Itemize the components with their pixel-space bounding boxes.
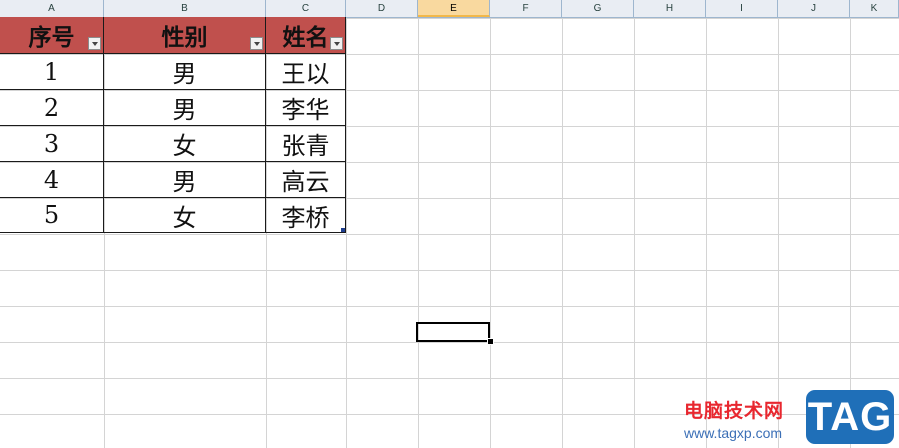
table-cell-index[interactable]: 4 (0, 162, 104, 198)
table-cell-gender[interactable]: 女 (104, 198, 266, 233)
gridline-row (0, 342, 899, 343)
table-cell-name[interactable]: 李华 (266, 90, 346, 126)
table-cell-index[interactable]: 2 (0, 90, 104, 126)
table-cell-gender[interactable]: 男 (104, 90, 266, 126)
table-cell-gender[interactable]: 男 (104, 54, 266, 90)
header-cell-gender[interactable]: 性别 (104, 17, 266, 54)
watermark-site-name: 电脑技术网 (684, 400, 785, 422)
column-header-b[interactable]: B (104, 0, 266, 17)
header-label-gender: 性别 (161, 25, 208, 51)
gridline-column (418, 18, 419, 448)
gridline-row (0, 378, 899, 379)
table-cell-index[interactable]: 5 (0, 198, 104, 233)
gridline-column (562, 18, 563, 448)
table-cell-index[interactable]: 1 (0, 54, 104, 90)
column-header-k[interactable]: K (850, 0, 899, 17)
column-header-h[interactable]: H (634, 0, 706, 17)
gridline-row (0, 270, 899, 271)
table-cell-gender[interactable]: 女 (104, 126, 266, 162)
gridline-column (634, 18, 635, 448)
table-resize-handle[interactable] (341, 228, 345, 232)
gridline-column (346, 18, 347, 448)
gridline-row (0, 234, 899, 235)
gridline-column (490, 18, 491, 448)
gridline-column (706, 18, 707, 448)
gridline-column (778, 18, 779, 448)
table-cell-name[interactable]: 李桥 (266, 198, 346, 233)
column-header-a[interactable]: A (0, 0, 104, 17)
gridline-column (850, 18, 851, 448)
column-header-d[interactable]: D (346, 0, 418, 17)
table-cell-name[interactable]: 高云 (266, 162, 346, 198)
watermark-url: www.tagxp.com (684, 425, 783, 441)
column-header-c[interactable]: C (266, 0, 346, 17)
table-cell-index[interactable]: 3 (0, 126, 104, 162)
table-cell-name[interactable]: 王以 (266, 54, 346, 90)
gridline-row (0, 306, 899, 307)
column-header-g[interactable]: G (562, 0, 634, 17)
column-header-j[interactable]: J (778, 0, 850, 17)
filter-dropdown-icon[interactable] (330, 37, 343, 50)
table-cell-gender[interactable]: 男 (104, 162, 266, 198)
filter-dropdown-icon[interactable] (250, 37, 263, 50)
table-cell-name[interactable]: 张青 (266, 126, 346, 162)
header-label-name: 姓名 (282, 25, 329, 51)
column-header-bar: A B C D E F G H I J K (0, 0, 899, 18)
filter-dropdown-icon[interactable] (88, 37, 101, 50)
active-cell-selection[interactable] (416, 322, 490, 342)
fill-handle[interactable] (487, 338, 494, 345)
header-label-index: 序号 (28, 25, 75, 51)
column-header-f[interactable]: F (490, 0, 562, 17)
header-cell-index[interactable]: 序号 (0, 17, 104, 54)
column-header-e[interactable]: E (418, 0, 490, 17)
watermark-badge-logo: TAG (806, 390, 894, 444)
header-cell-name[interactable]: 姓名 (266, 17, 346, 54)
column-header-i[interactable]: I (706, 0, 778, 17)
